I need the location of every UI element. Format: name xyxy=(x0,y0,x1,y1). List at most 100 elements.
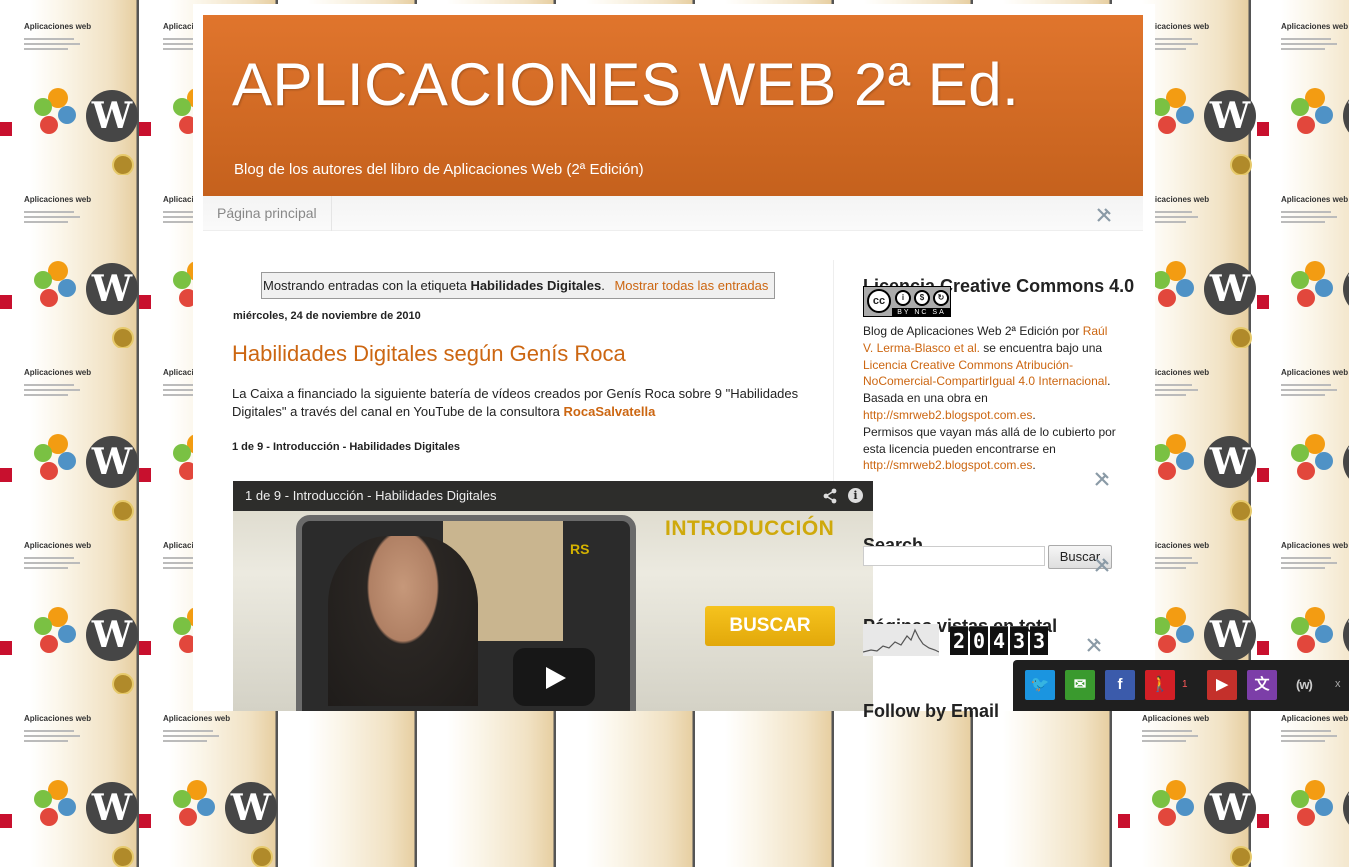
joomla-green-icon xyxy=(173,790,191,808)
publisher-logo xyxy=(1257,295,1269,309)
publisher-logo xyxy=(0,814,12,828)
label-filter-suffix: . xyxy=(601,278,605,293)
show-all-posts-link[interactable]: Mostrar todas las entradas xyxy=(614,278,768,293)
cover-line xyxy=(24,211,74,213)
cover-line xyxy=(24,389,80,391)
wordpress-logo-icon: W xyxy=(1343,609,1349,661)
video-title[interactable]: 1 de 9 - Introducción - Habilidades Digi… xyxy=(245,488,496,503)
joomla-red-icon xyxy=(40,635,58,653)
wrench-icon[interactable] xyxy=(1085,636,1103,654)
license-link[interactable]: Licencia Creative Commons Atribución-NoC… xyxy=(863,358,1107,389)
joomla-blue-icon xyxy=(1315,625,1333,643)
wordpress-logo-icon: W xyxy=(86,263,138,315)
close-icon[interactable]: x xyxy=(1335,678,1341,690)
joomla-red-icon xyxy=(1158,808,1176,826)
joomla-red-icon xyxy=(1158,116,1176,134)
cover-line xyxy=(24,38,74,40)
based-on-text: Basada en una obra en xyxy=(863,391,988,406)
youtube-video-player[interactable]: RS INTRODUCCIÓN BUSCAR 1 de 9 - Introduc… xyxy=(233,481,873,711)
tab-home[interactable]: Página principal xyxy=(203,196,332,231)
translate-icon[interactable]: 文 xyxy=(1247,670,1277,700)
publisher-logo xyxy=(139,122,151,136)
based-on-link[interactable]: http://smrweb2.blogspot.com.es xyxy=(863,408,1032,422)
cover-line xyxy=(24,216,80,218)
blog-header: APLICACIONES WEB 2ª Ed. Blog de los auto… xyxy=(203,15,1143,196)
book-cover-tile: Aplicaciones web W xyxy=(1257,348,1349,521)
wrench-icon[interactable] xyxy=(1093,556,1111,574)
counter-digit: 3 xyxy=(1010,626,1028,655)
email-icon[interactable]: ✉ xyxy=(1065,670,1095,700)
book-cover-title: Aplicaciones web xyxy=(1281,714,1349,723)
pedestrian-icon[interactable]: 🚶 1 xyxy=(1145,670,1188,700)
cover-line xyxy=(1281,38,1331,40)
wordpress-logo-icon: W xyxy=(86,609,138,661)
cover-line xyxy=(1281,389,1337,391)
joomla-blue-icon xyxy=(197,798,215,816)
wordpress-logo-icon: W xyxy=(1343,782,1349,834)
cover-line xyxy=(24,562,80,564)
seal-icon xyxy=(1230,327,1252,348)
cover-line xyxy=(24,43,80,45)
youtube-icon[interactable]: ▶ xyxy=(1207,670,1237,700)
cover-line xyxy=(1281,48,1325,50)
counter-digit: 2 xyxy=(950,626,968,655)
book-cover-tile: Aplicaciones web W xyxy=(1257,175,1349,348)
joomla-green-icon xyxy=(173,444,191,462)
rocasalvatella-link[interactable]: RocaSalvatella xyxy=(564,404,656,419)
facebook-icon[interactable]: f xyxy=(1105,670,1135,700)
seal-icon xyxy=(112,500,134,521)
joomla-green-icon xyxy=(1152,790,1170,808)
cover-line xyxy=(1142,730,1192,732)
counter-digit: 4 xyxy=(990,626,1008,655)
wordpress-logo-icon: W xyxy=(1204,263,1256,315)
share-icon[interactable] xyxy=(823,488,837,504)
widget-brand-icon[interactable]: (w) xyxy=(1296,677,1313,692)
permissions-link[interactable]: http://smrweb2.blogspot.com.es xyxy=(863,458,1032,472)
twitter-icon[interactable]: 🐦 xyxy=(1025,670,1055,700)
cover-line xyxy=(1281,735,1337,737)
post-title[interactable]: Habilidades Digitales según Genís Roca xyxy=(232,341,626,367)
joomla-red-icon xyxy=(1297,462,1315,480)
blog-title[interactable]: APLICACIONES WEB 2ª Ed. xyxy=(232,50,1019,120)
cover-line xyxy=(163,740,207,742)
book-cover-title: Aplicaciones web xyxy=(24,541,92,550)
book-cover-tile: Aplicaciones web W xyxy=(139,694,278,867)
wrench-icon[interactable] xyxy=(1095,206,1113,224)
book-cover-tile: Aplicaciones web W xyxy=(0,348,139,521)
video-overlay-title: INTRODUCCIÓN xyxy=(665,517,835,540)
creative-commons-badge[interactable]: cc i $ ↻ BY NC SA xyxy=(863,286,951,317)
wrench-icon[interactable] xyxy=(1093,470,1111,488)
publisher-logo xyxy=(1118,814,1130,828)
publisher-logo xyxy=(0,641,12,655)
joomla-red-icon xyxy=(40,462,58,480)
video-logo: RS xyxy=(570,541,590,557)
publisher-logo xyxy=(0,295,12,309)
info-icon[interactable]: i xyxy=(848,488,863,503)
cover-line xyxy=(163,735,219,737)
cover-line xyxy=(1281,740,1325,742)
cover-line xyxy=(24,735,80,737)
cover-line xyxy=(24,384,74,386)
counter-digit: 3 xyxy=(1030,626,1048,655)
cover-line xyxy=(24,48,68,50)
video-heading: 1 de 9 - Introducción - Habilidades Digi… xyxy=(232,441,460,453)
wordpress-logo-icon: W xyxy=(1204,782,1256,834)
publisher-logo xyxy=(1257,468,1269,482)
pageviews-counter: 2 0 4 3 3 xyxy=(950,626,1048,655)
wordpress-logo-icon: W xyxy=(86,436,138,488)
seal-icon xyxy=(112,846,134,867)
book-cover-title: Aplicaciones web xyxy=(1281,541,1349,550)
play-button-icon[interactable] xyxy=(513,648,595,706)
joomla-red-icon xyxy=(1297,635,1315,653)
joomla-red-icon xyxy=(1158,289,1176,307)
joomla-blue-icon xyxy=(58,279,76,297)
cover-line xyxy=(1281,43,1337,45)
label-filter-label: Habilidades Digitales xyxy=(470,278,602,293)
joomla-red-icon xyxy=(1297,289,1315,307)
video-overlay-button: BUSCAR xyxy=(705,606,835,646)
search-input[interactable] xyxy=(863,546,1045,566)
follow-heading: Follow by Email xyxy=(863,701,999,722)
publisher-logo xyxy=(139,814,151,828)
seal-icon xyxy=(1230,154,1252,175)
joomla-blue-icon xyxy=(1176,452,1194,470)
